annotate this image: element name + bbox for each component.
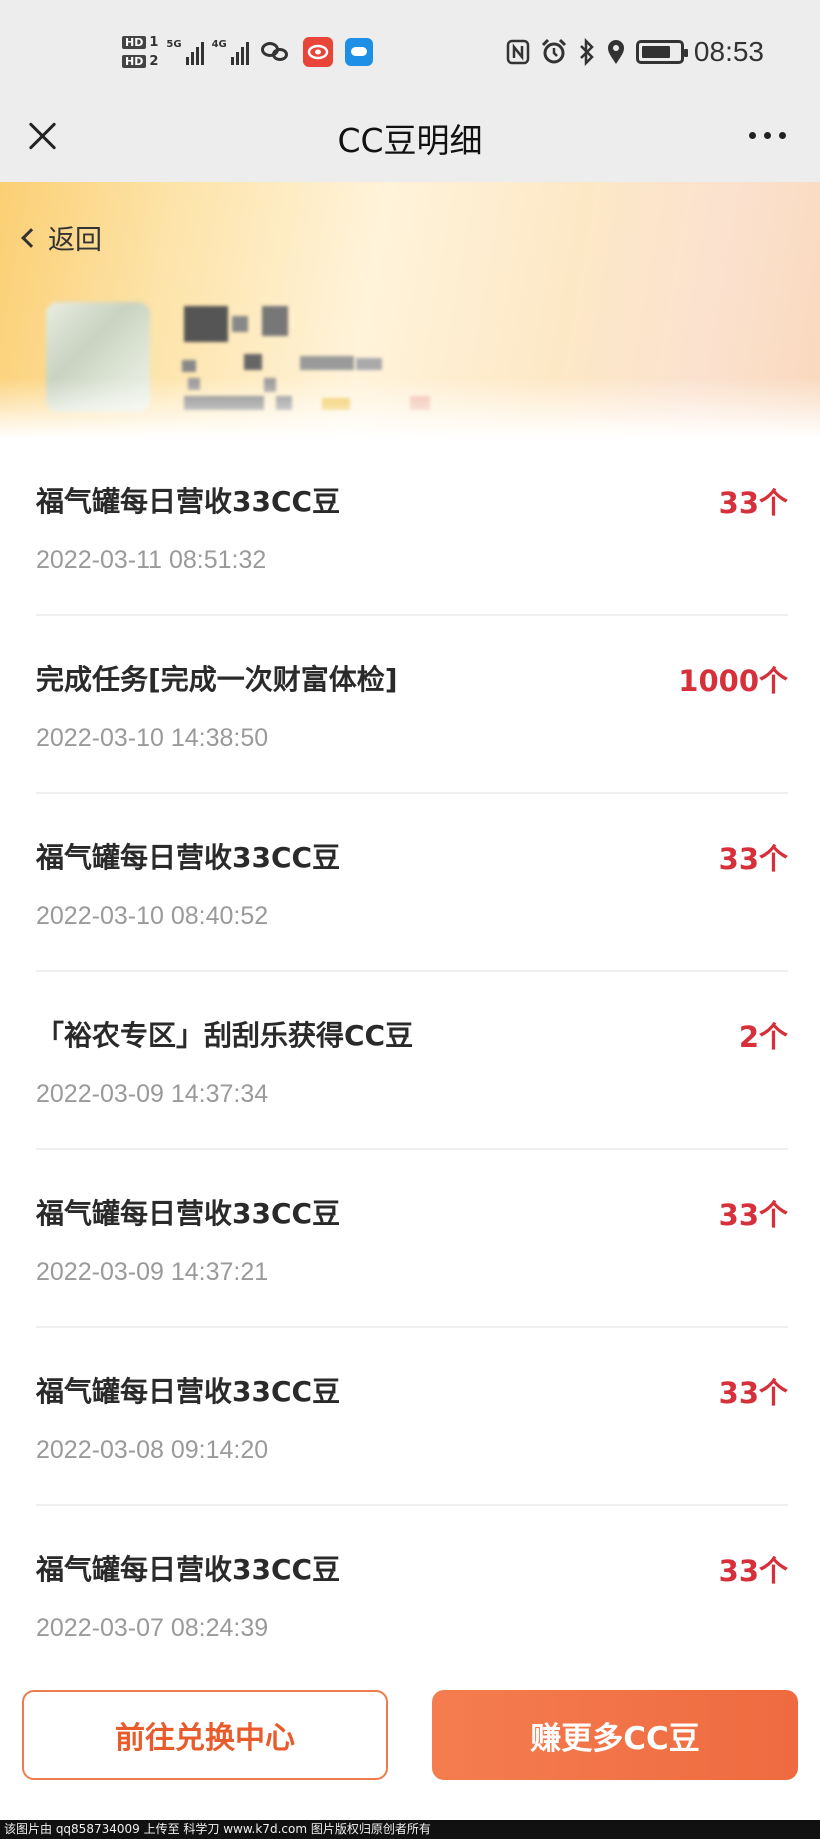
- record-title: 福气罐每日营收33CC豆: [36, 841, 341, 874]
- record-title: 「裕农专区」刮刮乐获得CC豆: [36, 1019, 414, 1052]
- record-time: 2022-03-09 14:37:21: [36, 1258, 269, 1286]
- record-title: 福气罐每日营收33CC豆: [36, 1375, 341, 1408]
- signal-5g-icon: 5G: [166, 39, 204, 65]
- status-bar-right: 08:53: [506, 32, 764, 72]
- signal-4g-icon: 4G: [212, 39, 249, 65]
- list-item[interactable]: 「裕农专区」刮刮乐获得CC豆 2022-03-09 14:37:34 2个: [36, 972, 788, 1150]
- record-title: 福气罐每日营收33CC豆: [36, 485, 341, 518]
- record-time: 2022-03-11 08:51:32: [36, 546, 267, 574]
- more-options-icon[interactable]: [749, 132, 786, 139]
- record-time: 2022-03-10 14:38:50: [36, 724, 269, 752]
- app-logo-icon: [307, 44, 328, 60]
- record-amount: 33个: [718, 1376, 788, 1410]
- back-label: 返回: [48, 225, 102, 256]
- record-amount: 33个: [718, 1198, 788, 1232]
- list-item[interactable]: 福气罐每日营收33CC豆 2022-03-09 14:37:21 33个: [36, 1150, 788, 1328]
- record-title: 完成任务[完成一次财富体检]: [36, 663, 398, 696]
- record-amount: 33个: [718, 842, 788, 876]
- list-item[interactable]: 福气罐每日营收33CC豆 2022-03-10 08:40:52 33个: [36, 794, 788, 972]
- hd1-indicator: HD 1: [122, 35, 158, 50]
- exchange-center-button[interactable]: 前往兑换中心: [22, 1690, 388, 1780]
- hd2-indicator: HD 2: [122, 54, 158, 69]
- avatar: [46, 302, 150, 412]
- list-item[interactable]: 完成任务[完成一次财富体检] 2022-03-10 14:38:50 1000个: [36, 616, 788, 794]
- record-amount: 33个: [718, 1554, 788, 1588]
- status-time: 08:53: [693, 36, 764, 67]
- record-amount: 2个: [738, 1020, 788, 1054]
- list-item[interactable]: 福气罐每日营收33CC豆 2022-03-11 08:51:32 33个: [36, 438, 788, 616]
- record-time: 2022-03-08 09:14:20: [36, 1436, 269, 1464]
- wechat-icon: [260, 40, 291, 64]
- chevron-left-icon: [21, 227, 41, 248]
- list-item[interactable]: 福气罐每日营收33CC豆 2022-03-07 08:24:39 33个: [36, 1506, 788, 1684]
- nfc-icon: [506, 39, 530, 65]
- back-button[interactable]: 返回: [18, 218, 102, 257]
- weather-app-icon: [344, 38, 373, 66]
- page-title: CC豆明细: [337, 121, 483, 160]
- record-amount: 33个: [718, 486, 788, 520]
- profile-header: 返回: [0, 182, 820, 438]
- nav-bar: CC豆明细: [0, 104, 820, 182]
- watermark-text: 该图片由 qq858734009 上传至 科学刀 www.k7d.com 图片版…: [0, 1820, 820, 1839]
- location-icon: [607, 40, 624, 64]
- earn-more-button[interactable]: 赚更多CC豆: [432, 1690, 798, 1780]
- alarm-icon: [541, 38, 566, 64]
- record-title: 福气罐每日营收33CC豆: [36, 1197, 341, 1230]
- status-bar: HD 1 HD 2 5G 4G 08:53: [0, 0, 820, 104]
- bluetooth-icon: [580, 38, 594, 66]
- record-amount: 1000个: [678, 664, 788, 698]
- record-time: 2022-03-09 14:37:34: [36, 1080, 269, 1108]
- battery-icon: [635, 40, 688, 64]
- record-time: 2022-03-10 08:40:52: [36, 902, 269, 930]
- status-bar-left: HD 1 HD 2 5G 4G: [122, 28, 373, 76]
- app-notification-icon: [302, 37, 333, 67]
- list-item[interactable]: 福气罐每日营收33CC豆 2022-03-08 09:14:20 33个: [36, 1328, 788, 1506]
- record-title: 福气罐每日营收33CC豆: [36, 1553, 341, 1586]
- record-time: 2022-03-07 08:24:39: [36, 1614, 269, 1642]
- hd-indicators: HD 1 HD 2: [122, 35, 158, 69]
